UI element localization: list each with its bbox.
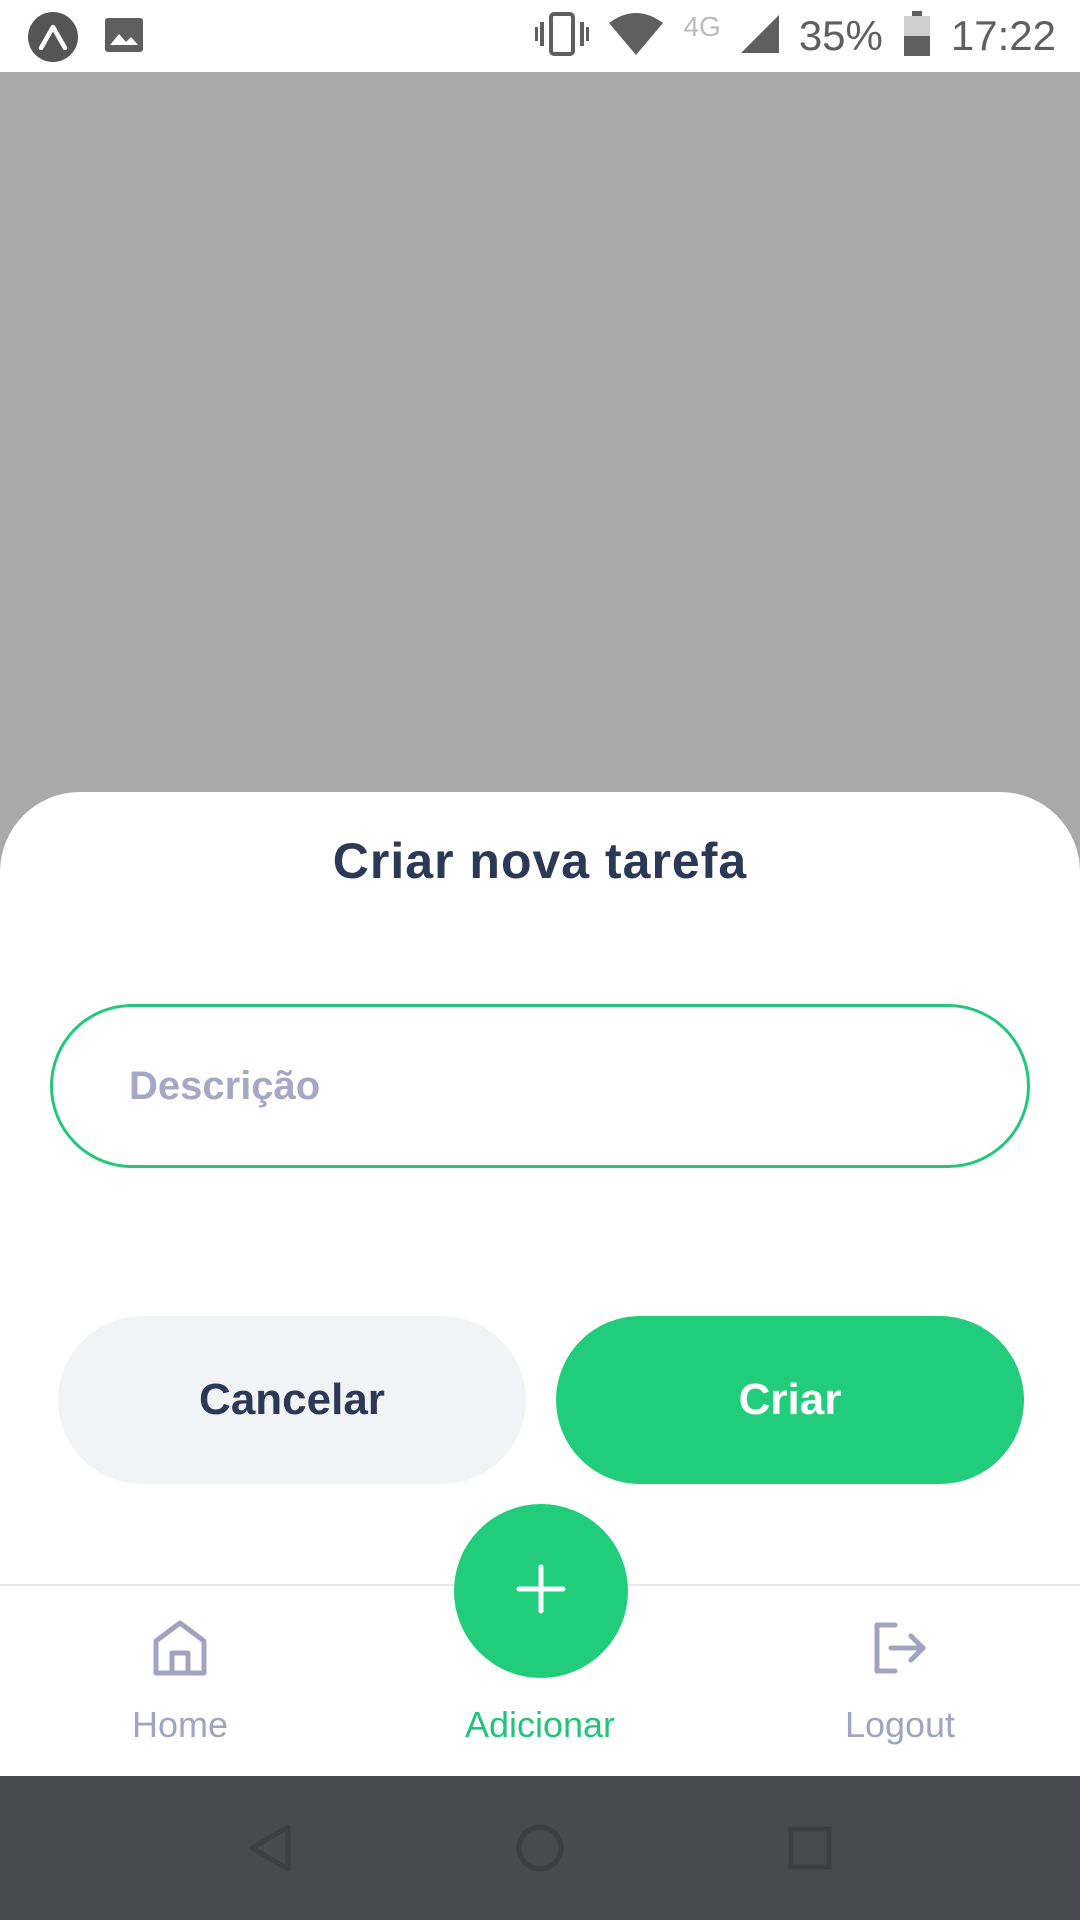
modal-backdrop[interactable] xyxy=(0,72,1080,792)
vibrate-icon xyxy=(535,11,590,61)
wifi-icon xyxy=(609,12,664,60)
battery-icon xyxy=(903,10,931,62)
home-nav-icon[interactable] xyxy=(510,1818,570,1878)
expo-app-icon xyxy=(28,12,78,62)
back-icon[interactable] xyxy=(240,1818,300,1878)
recents-icon[interactable] xyxy=(780,1818,840,1878)
add-task-fab[interactable] xyxy=(454,1504,628,1678)
create-task-sheet: Criar nova tarefa Cancelar Criar xyxy=(0,792,1080,1584)
network-type: 4G xyxy=(683,11,721,42)
description-input[interactable] xyxy=(50,1004,1030,1168)
tab-add-label: Adicionar xyxy=(464,1704,616,1745)
clock: 17:22 xyxy=(950,12,1056,59)
logout-icon xyxy=(871,1614,929,1682)
status-bar: 4G 35% 17:22 xyxy=(0,0,1080,72)
tab-logout-label: Logout xyxy=(844,1704,956,1745)
tab-home[interactable]: Home xyxy=(30,1586,330,1778)
home-icon xyxy=(152,1614,208,1682)
cancel-button[interactable]: Cancelar xyxy=(58,1316,526,1484)
sheet-title: Criar nova tarefa xyxy=(332,833,748,889)
tab-logout[interactable]: Logout xyxy=(750,1586,1050,1778)
plus-icon xyxy=(515,1563,567,1620)
battery-percent: 35% xyxy=(798,12,883,59)
create-button[interactable]: Criar xyxy=(556,1316,1024,1484)
system-nav-bar xyxy=(0,1776,1080,1920)
gallery-icon xyxy=(104,17,144,58)
tab-home-label: Home xyxy=(131,1704,229,1745)
signal-icon xyxy=(740,14,779,58)
